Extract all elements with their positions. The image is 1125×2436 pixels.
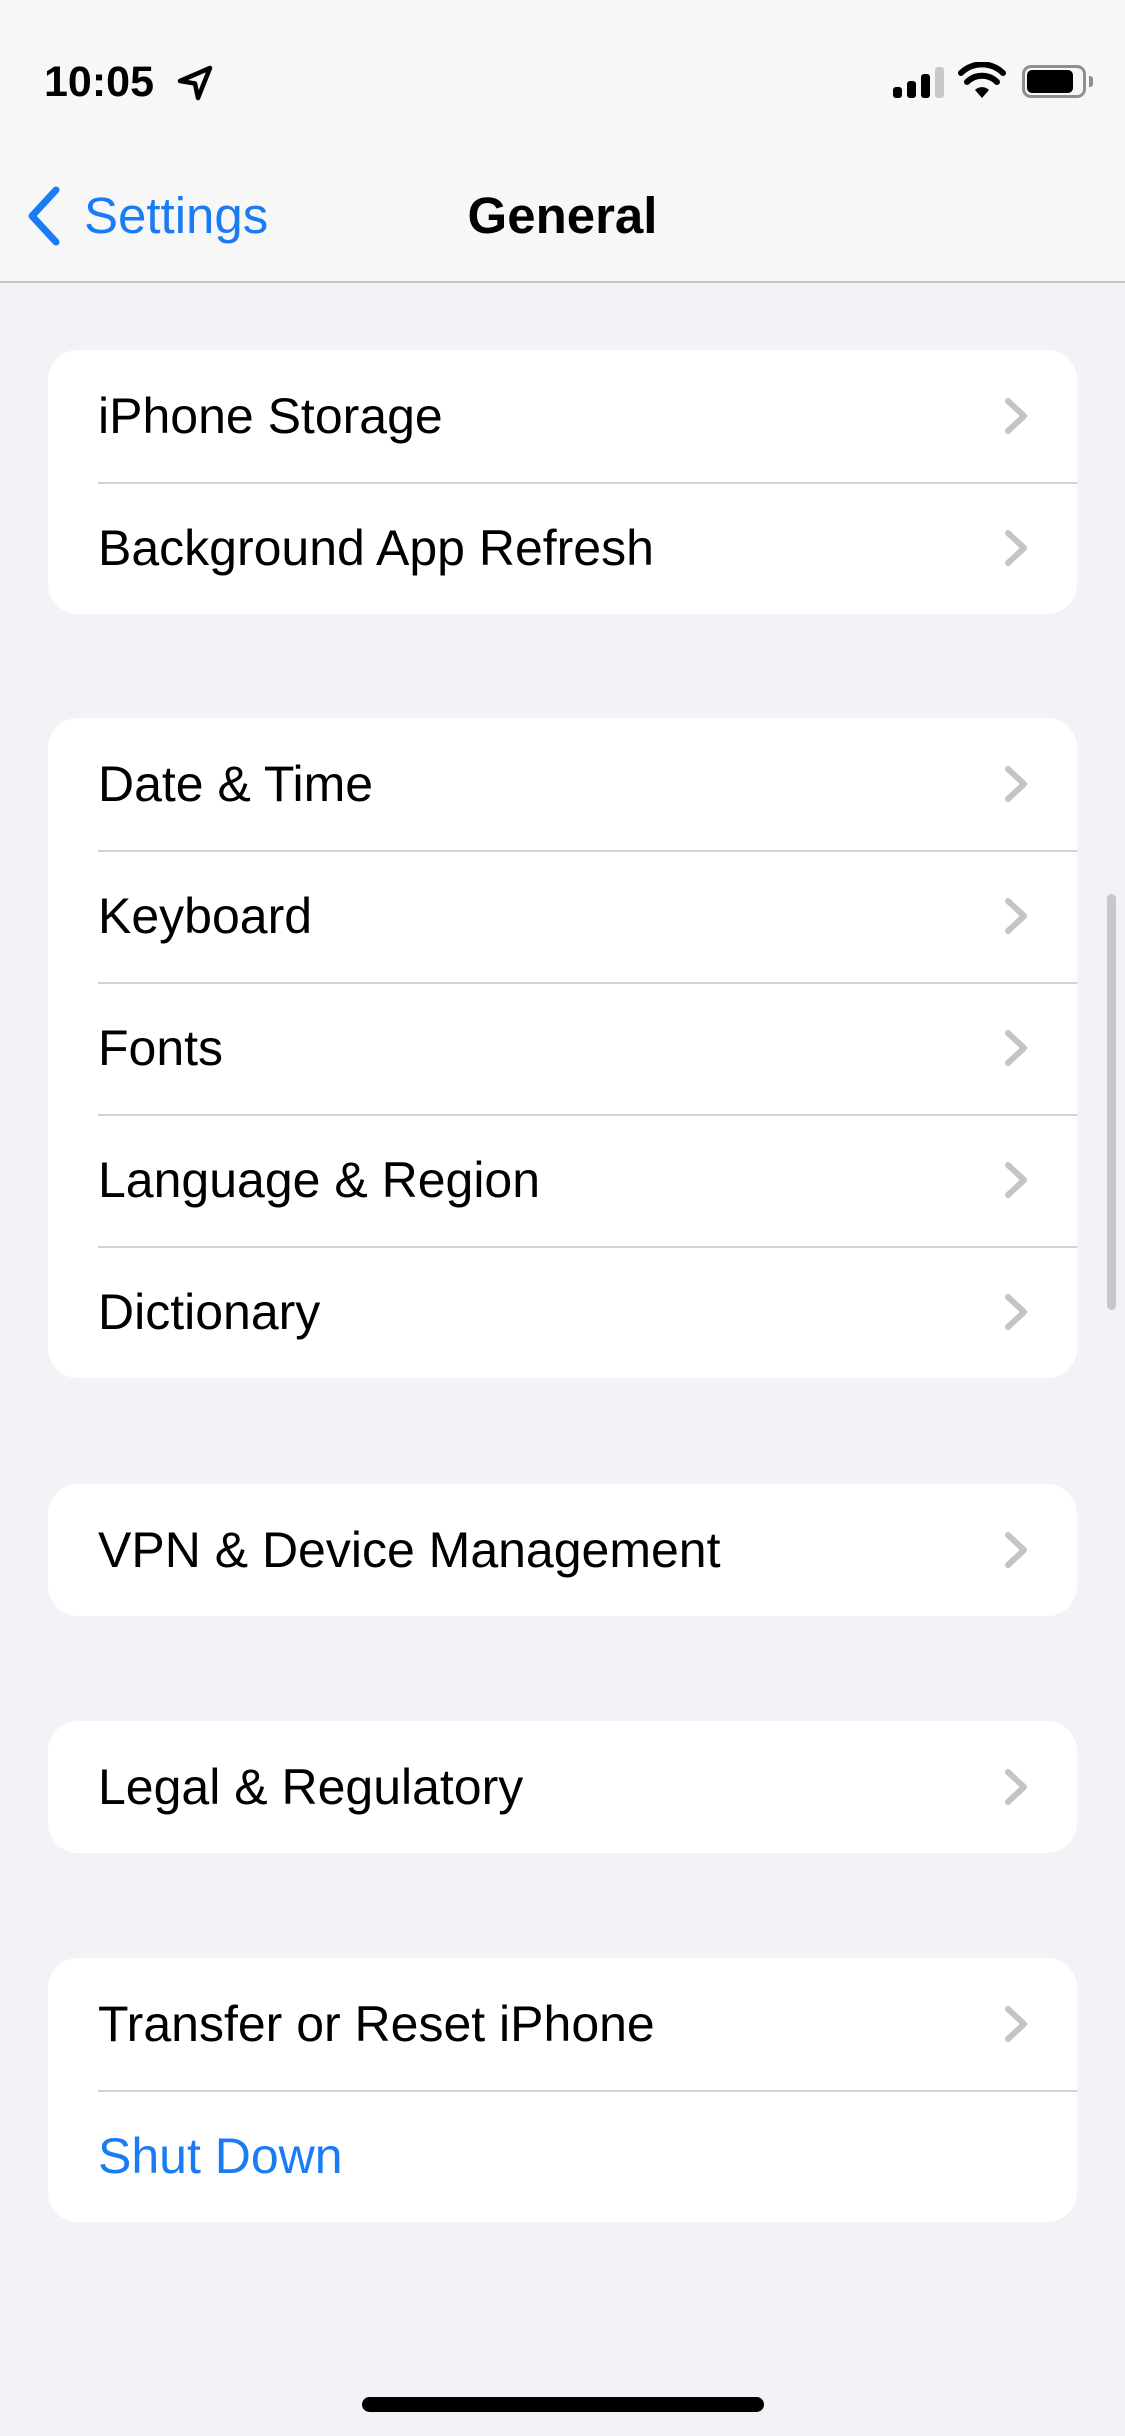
shut-down-button[interactable]: Shut Down [48,2090,1077,2222]
list-item-label: iPhone Storage [98,388,443,444]
chevron-right-icon [1005,398,1027,434]
home-indicator[interactable] [362,2397,764,2412]
shut-down-label: Shut Down [98,2128,343,2184]
list-item-background-app-refresh[interactable]: Background App Refresh [48,482,1077,614]
list-item-vpn-device-management[interactable]: VPN & Device Management [48,1484,1077,1616]
list-item-label: Date & Time [98,756,374,812]
signal-bar [893,87,902,98]
list-item-label: VPN & Device Management [98,1522,721,1578]
list-item-legal-regulatory[interactable]: Legal & Regulatory [48,1721,1077,1853]
battery-icon [1022,65,1093,98]
location-arrow-icon [177,65,213,101]
battery-nub [1089,76,1093,87]
settings-group-storage: iPhone Storage Background App Refresh [48,350,1077,614]
chevron-right-icon [1005,898,1027,934]
status-time: 10:05 [44,58,154,106]
battery-level-fill [1027,70,1073,93]
chevron-right-icon [1005,1030,1027,1066]
list-item-date-time[interactable]: Date & Time [48,718,1077,850]
chevron-right-icon [1005,1162,1027,1198]
wifi-icon [958,62,1006,98]
status-bar: 10:05 [0,0,1125,140]
list-item-label: Fonts [98,1020,224,1076]
signal-bar [935,67,944,98]
list-item-language-region[interactable]: Language & Region [48,1114,1077,1246]
chevron-right-icon [1005,2006,1027,2042]
list-item-label: Dictionary [98,1284,321,1340]
vertical-scrollbar[interactable] [1107,894,1116,1310]
list-item-dictionary[interactable]: Dictionary [48,1246,1077,1378]
settings-group-locale: Date & Time Keyboard Fonts Language & Re… [48,718,1077,1378]
settings-group-reset: Transfer or Reset iPhone Shut Down [48,1958,1077,2222]
list-item-label: Language & Region [98,1152,541,1208]
signal-bar [921,74,930,98]
chevron-right-icon [1005,1769,1027,1805]
list-item-keyboard[interactable]: Keyboard [48,850,1077,982]
list-item-transfer-reset[interactable]: Transfer or Reset iPhone [48,1958,1077,2090]
list-item-label: Legal & Regulatory [98,1759,524,1815]
chevron-right-icon [1005,1294,1027,1330]
chevron-right-icon [1005,530,1027,566]
list-item-label: Transfer or Reset iPhone [98,1996,655,2052]
list-item-label: Keyboard [98,888,313,944]
chevron-right-icon [1005,1532,1027,1568]
settings-group-vpn: VPN & Device Management [48,1484,1077,1616]
chevron-right-icon [1005,766,1027,802]
settings-group-legal: Legal & Regulatory [48,1721,1077,1853]
list-item-iphone-storage[interactable]: iPhone Storage [48,350,1077,482]
page-title: General [467,187,658,244]
signal-bar [907,81,916,98]
list-item-fonts[interactable]: Fonts [48,982,1077,1114]
cellular-signal-icon [893,66,945,98]
list-item-label: Background App Refresh [98,520,654,576]
